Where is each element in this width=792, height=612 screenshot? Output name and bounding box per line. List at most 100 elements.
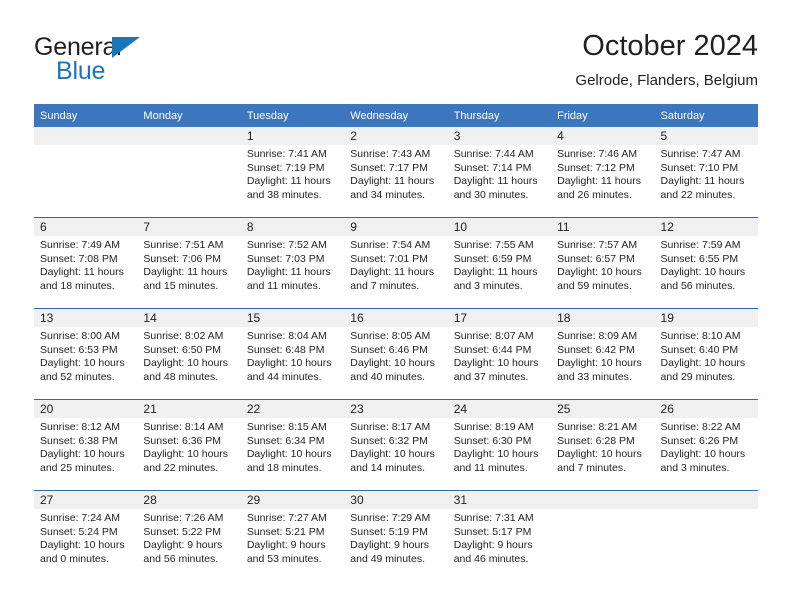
daylight-text-line2: and 33 minutes. xyxy=(557,370,632,383)
day-cell[interactable]: 27 Sunrise: 7:24 AM Sunset: 5:24 PM Dayl… xyxy=(34,490,138,581)
sunrise-text: Sunrise: 7:41 AM xyxy=(246,148,327,160)
day-cell[interactable]: 22 Sunrise: 8:15 AM Sunset: 6:34 PM Dayl… xyxy=(240,399,345,491)
day-number: 22 xyxy=(240,400,345,418)
sunset-text: Sunset: 7:14 PM xyxy=(453,161,532,174)
daylight-text-line1: Daylight: 9 hours xyxy=(453,539,533,551)
daylight-text-line2: and 0 minutes. xyxy=(40,552,109,565)
day-cell[interactable]: 2 Sunrise: 7:43 AM Sunset: 7:17 PM Dayli… xyxy=(344,127,448,218)
day-number: 19 xyxy=(654,309,758,327)
sunrise-text: Sunrise: 7:46 AM xyxy=(557,148,638,160)
sunset-text: Sunset: 5:19 PM xyxy=(350,525,428,538)
daylight-text-line1: Daylight: 11 hours xyxy=(660,175,745,187)
daylight-text-line2: and 22 minutes. xyxy=(660,188,736,201)
sunrise-text: Sunrise: 7:43 AM xyxy=(350,148,431,160)
day-number: 24 xyxy=(447,400,552,418)
daylight-text-line2: and 56 minutes. xyxy=(660,279,736,292)
daylight-text-line1: Daylight: 11 hours xyxy=(246,266,331,278)
day-details: Sunrise: 7:24 AM Sunset: 5:24 PM Dayligh… xyxy=(34,509,137,566)
day-details: Sunrise: 8:14 AM Sunset: 6:36 PM Dayligh… xyxy=(137,418,240,475)
day-number: 23 xyxy=(344,400,448,418)
brand-logo[interactable]: General Blue xyxy=(34,32,234,90)
day-details: Sunrise: 7:54 AM Sunset: 7:01 PM Dayligh… xyxy=(344,236,447,293)
day-number: 5 xyxy=(654,127,758,145)
day-cell[interactable] xyxy=(137,127,241,218)
day-details: Sunrise: 7:59 AM Sunset: 6:55 PM Dayligh… xyxy=(655,236,758,293)
day-cell[interactable]: 1 Sunrise: 7:41 AM Sunset: 7:19 PM Dayli… xyxy=(240,127,345,218)
day-cell[interactable]: 20 Sunrise: 8:12 AM Sunset: 6:38 PM Dayl… xyxy=(34,399,138,491)
daylight-text-line1: Daylight: 10 hours xyxy=(557,266,642,278)
day-cell[interactable]: 10 Sunrise: 7:55 AM Sunset: 6:59 PM Dayl… xyxy=(447,217,552,309)
day-cell[interactable]: 24 Sunrise: 8:19 AM Sunset: 6:30 PM Dayl… xyxy=(447,399,552,491)
sunrise-text: Sunrise: 7:29 AM xyxy=(350,512,431,524)
calendar-table: Sunday Monday Tuesday Wednesday Thursday… xyxy=(34,104,758,581)
day-number xyxy=(34,127,138,145)
day-number: 7 xyxy=(137,218,241,236)
day-cell[interactable]: 9 Sunrise: 7:54 AM Sunset: 7:01 PM Dayli… xyxy=(344,217,448,309)
day-cell[interactable]: 11 Sunrise: 7:57 AM Sunset: 6:57 PM Dayl… xyxy=(551,217,655,309)
sunrise-text: Sunrise: 8:14 AM xyxy=(143,421,224,433)
sunset-text: Sunset: 6:42 PM xyxy=(557,343,635,356)
day-cell[interactable]: 18 Sunrise: 8:09 AM Sunset: 6:42 PM Dayl… xyxy=(551,308,655,400)
day-cell[interactable]: 29 Sunrise: 7:27 AM Sunset: 5:21 PM Dayl… xyxy=(240,490,345,581)
day-cell[interactable]: 17 Sunrise: 8:07 AM Sunset: 6:44 PM Dayl… xyxy=(447,308,552,400)
sunset-text: Sunset: 7:19 PM xyxy=(246,161,325,174)
sunset-text: Sunset: 7:08 PM xyxy=(40,252,118,265)
day-cell[interactable]: 28 Sunrise: 7:26 AM Sunset: 5:22 PM Dayl… xyxy=(137,490,241,581)
day-details: Sunrise: 8:21 AM Sunset: 6:28 PM Dayligh… xyxy=(551,418,654,475)
daylight-text-line2: and 11 minutes. xyxy=(246,279,321,292)
sunrise-text: Sunrise: 8:21 AM xyxy=(557,421,638,433)
day-cell[interactable]: 31 Sunrise: 7:31 AM Sunset: 5:17 PM Dayl… xyxy=(447,490,552,581)
day-cell[interactable]: 21 Sunrise: 8:14 AM Sunset: 6:36 PM Dayl… xyxy=(137,399,241,491)
daylight-text-line2: and 14 minutes. xyxy=(350,461,425,474)
daylight-text-line2: and 38 minutes. xyxy=(246,188,322,201)
day-cell[interactable]: 25 Sunrise: 8:21 AM Sunset: 6:28 PM Dayl… xyxy=(551,399,655,491)
brand-name-blue: Blue xyxy=(56,57,106,85)
day-cell[interactable]: 8 Sunrise: 7:52 AM Sunset: 7:03 PM Dayli… xyxy=(240,217,345,309)
calendar-page: General Blue October 2024 Gelrode, Fland… xyxy=(0,0,792,612)
sunset-text: Sunset: 6:30 PM xyxy=(453,434,532,447)
day-number: 16 xyxy=(344,309,448,327)
daylight-text-line2: and 30 minutes. xyxy=(453,188,529,201)
day-details: Sunrise: 8:12 AM Sunset: 6:38 PM Dayligh… xyxy=(34,418,137,475)
weekday-header-tuesday: Tuesday xyxy=(240,104,345,127)
daylight-text-line2: and 37 minutes. xyxy=(453,370,529,383)
day-details: Sunrise: 7:41 AM Sunset: 7:19 PM Dayligh… xyxy=(241,145,344,202)
day-number: 12 xyxy=(654,218,758,236)
day-number: 15 xyxy=(240,309,345,327)
day-cell[interactable]: 30 Sunrise: 7:29 AM Sunset: 5:19 PM Dayl… xyxy=(344,490,448,581)
daylight-text-line1: Daylight: 11 hours xyxy=(40,266,124,278)
daylight-text-line1: Daylight: 10 hours xyxy=(246,448,332,460)
day-cell[interactable]: 19 Sunrise: 8:10 AM Sunset: 6:40 PM Dayl… xyxy=(654,308,758,400)
day-cell[interactable]: 13 Sunrise: 8:00 AM Sunset: 6:53 PM Dayl… xyxy=(34,308,138,400)
day-details: Sunrise: 7:49 AM Sunset: 7:08 PM Dayligh… xyxy=(34,236,137,293)
daylight-text-line2: and 3 minutes. xyxy=(660,461,730,474)
day-details: Sunrise: 8:19 AM Sunset: 6:30 PM Dayligh… xyxy=(448,418,551,475)
day-cell[interactable]: 6 Sunrise: 7:49 AM Sunset: 7:08 PM Dayli… xyxy=(34,217,138,309)
sunset-text: Sunset: 6:26 PM xyxy=(660,434,739,447)
day-cell[interactable]: 3 Sunrise: 7:44 AM Sunset: 7:14 PM Dayli… xyxy=(447,127,552,218)
day-cell[interactable]: 16 Sunrise: 8:05 AM Sunset: 6:46 PM Dayl… xyxy=(344,308,448,400)
daylight-text-line2: and 48 minutes. xyxy=(143,370,219,383)
day-cell[interactable]: 7 Sunrise: 7:51 AM Sunset: 7:06 PM Dayli… xyxy=(137,217,241,309)
sunset-text: Sunset: 5:24 PM xyxy=(40,525,118,538)
daylight-text-line2: and 18 minutes. xyxy=(246,461,322,474)
sunset-text: Sunset: 6:34 PM xyxy=(246,434,325,447)
sunrise-text: Sunrise: 8:17 AM xyxy=(350,421,431,433)
day-cell[interactable]: 14 Sunrise: 8:02 AM Sunset: 6:50 PM Dayl… xyxy=(137,308,241,400)
day-cell[interactable]: 4 Sunrise: 7:46 AM Sunset: 7:12 PM Dayli… xyxy=(551,127,655,218)
day-number: 10 xyxy=(447,218,552,236)
day-details: Sunrise: 8:04 AM Sunset: 6:48 PM Dayligh… xyxy=(241,327,344,384)
sunrise-text: Sunrise: 7:54 AM xyxy=(350,239,431,251)
day-cell[interactable] xyxy=(654,490,758,581)
day-cell[interactable]: 15 Sunrise: 8:04 AM Sunset: 6:48 PM Dayl… xyxy=(240,308,345,400)
daylight-text-line1: Daylight: 11 hours xyxy=(453,266,538,278)
day-cell[interactable]: 23 Sunrise: 8:17 AM Sunset: 6:32 PM Dayl… xyxy=(344,399,448,491)
day-cell[interactable]: 26 Sunrise: 8:22 AM Sunset: 6:26 PM Dayl… xyxy=(654,399,758,491)
day-cell[interactable]: 12 Sunrise: 7:59 AM Sunset: 6:55 PM Dayl… xyxy=(654,217,758,309)
day-cell[interactable] xyxy=(34,127,138,218)
daylight-text-line1: Daylight: 10 hours xyxy=(660,266,746,278)
calendar-body: 1 Sunrise: 7:41 AM Sunset: 7:19 PM Dayli… xyxy=(34,127,758,581)
sunset-text: Sunset: 7:12 PM xyxy=(557,161,635,174)
day-cell[interactable]: 5 Sunrise: 7:47 AM Sunset: 7:10 PM Dayli… xyxy=(654,127,758,218)
day-cell[interactable] xyxy=(551,490,655,581)
